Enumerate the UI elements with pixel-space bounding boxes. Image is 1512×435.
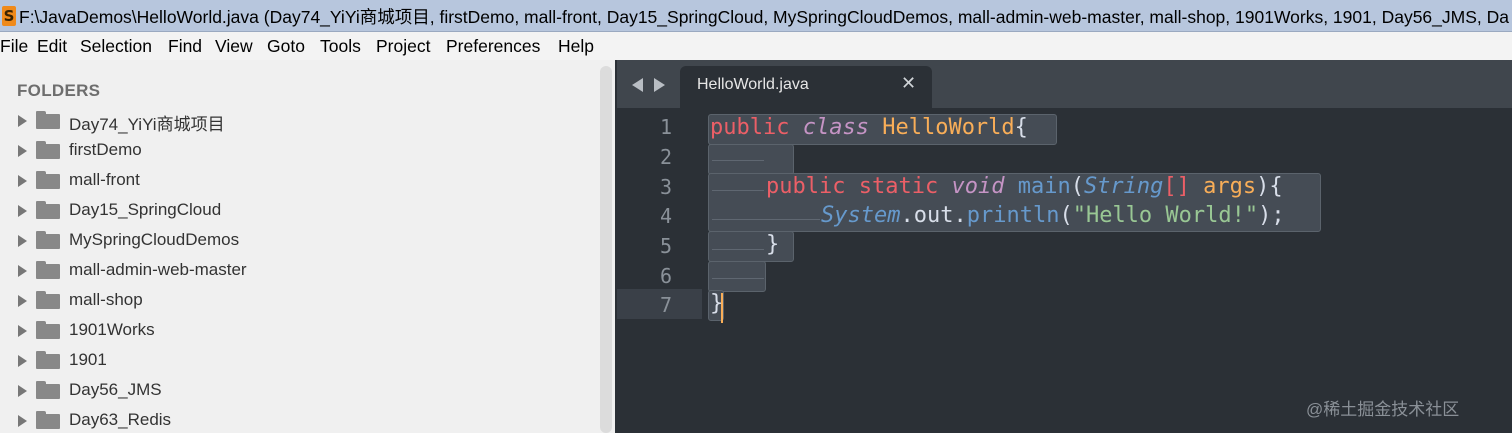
folder-icon: [36, 411, 60, 429]
text-cursor: [721, 293, 723, 323]
expand-arrow-icon[interactable]: [18, 175, 27, 187]
code-line-3: public static void main(String[] args){: [766, 174, 1283, 199]
code-line-1: public class HelloWorld{: [710, 115, 1028, 140]
window-title: F:\JavaDemos\HelloWorld.java (Day74_YiYi…: [19, 7, 1509, 27]
menu-edit[interactable]: Edit: [37, 36, 67, 57]
folder-label: mall-shop: [69, 290, 143, 309]
folder-label: Day56_JMS: [69, 380, 162, 399]
folder-label: Day74_YiYi商城项目: [69, 115, 225, 134]
expand-arrow-icon[interactable]: [18, 115, 27, 127]
menu-tools[interactable]: Tools: [320, 36, 361, 57]
folder-item-firstdemo[interactable]: firstDemo: [0, 137, 600, 165]
folder-item-mall-shop[interactable]: mall-shop: [0, 287, 600, 315]
folder-item-1901[interactable]: 1901: [0, 347, 600, 375]
indent-guide: [712, 219, 820, 220]
tab-bar: HelloWorld.java ✕: [617, 60, 1512, 108]
indent-guide: [712, 160, 764, 161]
folder-label: firstDemo: [69, 140, 142, 159]
folder-item-myspringclouddemos[interactable]: MySpringCloudDemos: [0, 227, 600, 255]
folder-icon: [36, 141, 60, 159]
folder-icon: [36, 261, 60, 279]
folder-label: Day63_Redis: [69, 410, 172, 429]
folder-item-mall-admin[interactable]: mall-admin-web-master: [0, 257, 600, 285]
folder-item-day63[interactable]: Day63_Redis: [0, 407, 600, 435]
tab-nav-right-icon[interactable]: [654, 78, 665, 92]
sublime-text-icon: S: [2, 6, 16, 26]
folder-item-day56[interactable]: Day56_JMS: [0, 377, 600, 405]
menu-file[interactable]: File: [0, 36, 28, 57]
tab-title: HelloWorld.java: [697, 76, 809, 93]
editor-pane[interactable]: HelloWorld.java ✕ 1 2 3 4 5 6 7 public c…: [617, 60, 1512, 433]
line-number: 6: [659, 264, 672, 288]
expand-arrow-icon[interactable]: [18, 265, 27, 277]
close-icon[interactable]: ✕: [901, 73, 916, 94]
watermark: @稀土掘金技术社区: [1306, 400, 1460, 419]
expand-arrow-icon[interactable]: [18, 145, 27, 157]
line-number: 1: [659, 115, 672, 139]
expand-arrow-icon[interactable]: [18, 385, 27, 397]
folder-item-mall-front[interactable]: mall-front: [0, 167, 600, 195]
folder-label: mall-front: [69, 170, 140, 189]
menu-goto[interactable]: Goto: [267, 36, 305, 57]
folder-icon: [36, 201, 60, 219]
folder-label: 1901Works: [69, 320, 155, 339]
expand-arrow-icon[interactable]: [18, 235, 27, 247]
expand-arrow-icon[interactable]: [18, 355, 27, 367]
folders-header: FOLDERS: [17, 81, 101, 100]
folder-icon: [36, 321, 60, 339]
menu-selection[interactable]: Selection: [80, 36, 152, 57]
folder-icon: [36, 111, 60, 129]
menu-help[interactable]: Help: [558, 36, 594, 57]
folder-item-day74[interactable]: Day74_YiYi商城项目: [0, 107, 600, 135]
folder-icon: [36, 171, 60, 189]
line-number: 4: [659, 204, 672, 228]
expand-arrow-icon[interactable]: [18, 205, 27, 217]
expand-arrow-icon[interactable]: [18, 325, 27, 337]
folder-label: Day15_SpringCloud: [69, 200, 222, 219]
folder-icon: [36, 291, 60, 309]
folder-icon: [36, 381, 60, 399]
expand-arrow-icon[interactable]: [18, 415, 27, 427]
title-bar[interactable]: S F:\JavaDemos\HelloWorld.java (Day74_Yi…: [0, 0, 1512, 32]
menu-view[interactable]: View: [215, 36, 253, 57]
menu-project[interactable]: Project: [376, 36, 430, 57]
code-line-5: }: [766, 232, 780, 257]
folder-icon: [36, 231, 60, 249]
indent-guide: [712, 249, 764, 250]
line-number: 7: [659, 293, 672, 317]
code-line-4: System.out.println("Hello World!");: [821, 203, 1285, 228]
line-number: 2: [659, 145, 672, 169]
selection-highlight: [708, 261, 766, 292]
menu-preferences[interactable]: Preferences: [446, 36, 540, 57]
tab-nav-left-icon[interactable]: [632, 78, 643, 92]
sidebar-scrollbar[interactable]: [600, 66, 612, 433]
folder-label: 1901: [69, 350, 107, 369]
folder-label: mall-admin-web-master: [69, 260, 247, 279]
expand-arrow-icon[interactable]: [18, 295, 27, 307]
tab-helloworld-java[interactable]: HelloWorld.java ✕: [680, 66, 932, 108]
indent-guide: [712, 190, 764, 191]
folder-label: MySpringCloudDemos: [69, 230, 240, 249]
folder-item-day15[interactable]: Day15_SpringCloud: [0, 197, 600, 225]
folder-item-1901works[interactable]: 1901Works: [0, 317, 600, 345]
indent-guide: [712, 278, 764, 279]
sidebar: FOLDERS Day74_YiYi商城项目 firstDemo mall-fr…: [0, 60, 617, 433]
line-number: 5: [659, 234, 672, 258]
selection-highlight: [708, 231, 794, 262]
menu-bar: File Edit Selection Find View Goto Tools…: [0, 32, 1512, 60]
folder-icon: [36, 351, 60, 369]
line-number: 3: [659, 175, 672, 199]
menu-find[interactable]: Find: [168, 36, 202, 57]
